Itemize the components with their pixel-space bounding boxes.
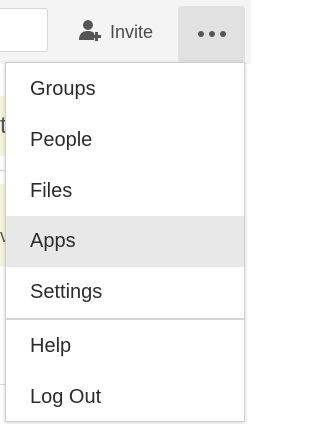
menu-item-people[interactable]: People: [6, 115, 244, 166]
dropdown-menu: Groups People Files Apps Settings Help L…: [5, 62, 245, 422]
top-bar: Invite: [0, 0, 251, 64]
invite-label: Invite: [110, 21, 154, 42]
menu-item-apps[interactable]: Apps: [6, 216, 244, 267]
search-input[interactable]: [0, 8, 48, 52]
menu-item-groups[interactable]: Groups: [6, 64, 244, 115]
more-horizontal-icon: [197, 31, 226, 37]
menu-item-help[interactable]: Help: [6, 321, 244, 372]
menu-item-log-out[interactable]: Log Out: [6, 372, 244, 423]
menu-divider: [6, 318, 244, 320]
menu-item-files[interactable]: Files: [6, 166, 244, 217]
add-user-icon: [78, 18, 102, 46]
more-menu-button[interactable]: [178, 6, 245, 62]
menu-item-settings[interactable]: Settings: [6, 267, 244, 318]
invite-button[interactable]: Invite: [68, 8, 168, 56]
